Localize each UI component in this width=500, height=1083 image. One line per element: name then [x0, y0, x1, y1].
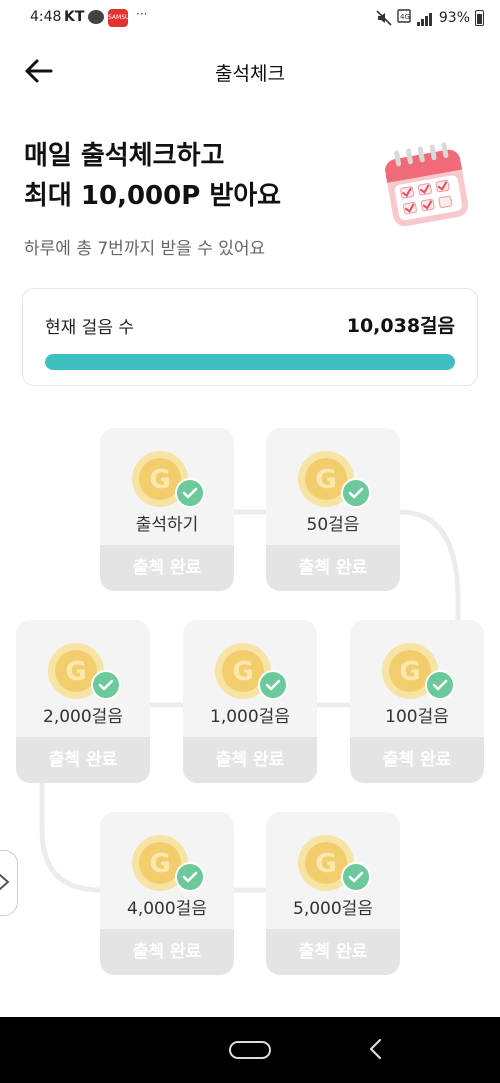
notification-app-icon: SAMSUNG — [108, 9, 139, 27]
reward-card[interactable]: G 1,000걸음 출첵 완료 — [183, 620, 317, 783]
system-nav-bar — [0, 1017, 500, 1083]
claim-button[interactable]: 출첵 완료 — [350, 737, 484, 783]
step-count-value: 10,038걸음 — [346, 315, 455, 337]
reward-label: 50걸음 — [306, 515, 360, 535]
reward-card[interactable]: G 출석하기 출첵 완료 — [100, 428, 234, 591]
reward-label: 2,000걸음 — [43, 707, 123, 727]
reward-label: 1,000걸음 — [210, 707, 290, 727]
page-title: 출석체크 — [215, 63, 285, 85]
message-bubble-icon — [88, 10, 104, 24]
calendar-icon — [378, 138, 474, 230]
svg-text:4G: 4G — [400, 13, 410, 21]
claim-button[interactable]: 출첵 완료 — [266, 545, 400, 591]
check-icon — [341, 862, 371, 892]
status-time: 4:48 — [30, 9, 62, 25]
subtitle: 하루에 총 7번까지 받을 수 있어요 — [24, 239, 266, 259]
battery-icon — [475, 10, 484, 26]
step-count-card: 현재 걸음 수 10,038걸음 — [22, 288, 478, 386]
reward-label: 출석하기 — [135, 515, 199, 535]
reward-card[interactable]: G 50걸음 출첵 완료 — [266, 428, 400, 591]
header: 출석체크 — [0, 38, 500, 104]
svg-text:G: G — [149, 849, 170, 879]
headline-line-1: 매일 출석체크하고 — [24, 141, 225, 171]
signal-icon — [416, 11, 434, 26]
reward-label: 5,000걸음 — [293, 899, 373, 919]
wifi-icon: 4G — [397, 8, 411, 28]
side-panel-tab[interactable] — [0, 850, 18, 916]
more-notifications-icon: ··· — [136, 7, 148, 21]
check-icon — [425, 670, 455, 700]
check-icon — [175, 478, 205, 508]
check-icon — [91, 670, 121, 700]
headline-line-2: 최대 10,000P 받아요 — [24, 181, 282, 211]
status-carrier: KT — [64, 9, 85, 25]
reward-label: 4,000걸음 — [127, 899, 207, 919]
svg-text:G: G — [315, 849, 336, 879]
claim-button[interactable]: 출첵 완료 — [266, 929, 400, 975]
step-count-label: 현재 걸음 수 — [45, 318, 135, 338]
home-button[interactable] — [229, 1041, 271, 1059]
reward-card[interactable]: G 2,000걸음 출첵 완료 — [16, 620, 150, 783]
nav-back-icon[interactable] — [368, 1038, 384, 1060]
claim-button[interactable]: 출첵 완료 — [183, 737, 317, 783]
claim-button[interactable]: 출첵 완료 — [100, 929, 234, 975]
status-bar: 4:48 KT SAMSUNG ··· 4G 93% — [0, 0, 500, 38]
reward-card[interactable]: G 4,000걸음 출첵 완료 — [100, 812, 234, 975]
reward-card[interactable]: G 100걸음 출첵 완료 — [350, 620, 484, 783]
reward-label: 100걸음 — [385, 707, 449, 727]
svg-text:G: G — [232, 657, 253, 687]
claim-button[interactable]: 출첵 완료 — [100, 545, 234, 591]
claim-button[interactable]: 출첵 완료 — [16, 737, 150, 783]
reward-card[interactable]: G 5,000걸음 출첵 완료 — [266, 812, 400, 975]
svg-text:G: G — [149, 465, 170, 495]
step-progress-bar — [45, 354, 455, 370]
mute-icon — [376, 10, 392, 26]
check-icon — [258, 670, 288, 700]
status-right: 4G 93% — [376, 8, 484, 28]
step-progress-fill — [45, 354, 455, 370]
check-icon — [341, 478, 371, 508]
svg-text:G: G — [65, 657, 86, 687]
check-icon — [175, 862, 205, 892]
battery-percent: 93% — [438, 10, 470, 26]
svg-text:G: G — [399, 657, 420, 687]
svg-text:G: G — [315, 465, 336, 495]
chevron-right-icon — [0, 874, 9, 890]
headline: 매일 출석체크하고 최대 10,000P 받아요 — [24, 136, 281, 216]
